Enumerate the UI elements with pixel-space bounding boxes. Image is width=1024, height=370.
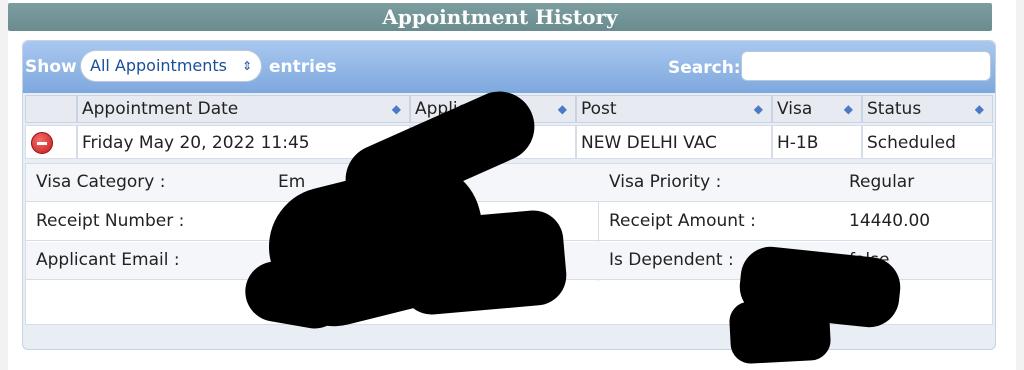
redaction-mark xyxy=(396,207,569,318)
entries-label: entries xyxy=(269,57,337,77)
visa-priority-value: Regular xyxy=(849,172,915,192)
column-label: Appointment Date xyxy=(82,99,239,119)
cell-visa: H-1B xyxy=(772,125,862,159)
receipt-number-label: Receipt Number : xyxy=(36,211,185,231)
column-header-visa[interactable]: Visa ◆ xyxy=(772,95,862,123)
search-label: Search: xyxy=(668,58,741,78)
select-arrows-icon: ⇕ xyxy=(241,59,252,73)
receipt-amount-value: 14440.00 xyxy=(849,211,931,231)
right-margin xyxy=(1016,0,1024,370)
sort-icon: ◆ xyxy=(843,102,853,116)
table-toolbar: Show All Appointments ⇕ entries Search: xyxy=(23,41,995,93)
column-header-appointment-date[interactable]: Appointment Date ◆ xyxy=(77,95,410,123)
is-dependent-label: Is Dependent : xyxy=(609,250,734,270)
search-input[interactable] xyxy=(741,51,991,81)
expand-column-header xyxy=(25,95,77,123)
applicant-email-label: Applicant Email : xyxy=(36,250,180,270)
column-header-post[interactable]: Post ◆ xyxy=(576,95,772,123)
column-label: Post xyxy=(581,99,617,119)
column-label: Visa xyxy=(777,99,813,119)
receipt-amount-label: Receipt Amount : xyxy=(609,211,756,231)
cell-post: NEW DELHI VAC xyxy=(576,125,772,159)
column-header-status[interactable]: Status ◆ xyxy=(862,95,993,123)
sort-icon: ◆ xyxy=(557,102,567,116)
cell-status: Scheduled xyxy=(862,125,993,159)
details-row: Visa Category : Em Visa Priority : Regul… xyxy=(26,164,992,202)
visa-category-label: Visa Category : xyxy=(36,172,166,192)
page-title: Appointment History xyxy=(8,3,992,31)
show-label: Show xyxy=(25,57,77,77)
sort-icon: ◆ xyxy=(974,102,984,116)
collapse-row-icon[interactable] xyxy=(31,132,53,154)
sort-icon: ◆ xyxy=(753,102,763,116)
row-toggle-cell xyxy=(25,125,77,159)
left-margin xyxy=(0,0,8,370)
entries-select-value: All Appointments xyxy=(90,56,228,75)
redaction-mark xyxy=(728,297,832,365)
entries-select[interactable]: All Appointments ⇕ xyxy=(81,51,261,81)
column-label: Status xyxy=(867,99,922,119)
sort-icon: ◆ xyxy=(391,102,401,116)
visa-priority-label: Visa Priority : xyxy=(609,172,722,192)
